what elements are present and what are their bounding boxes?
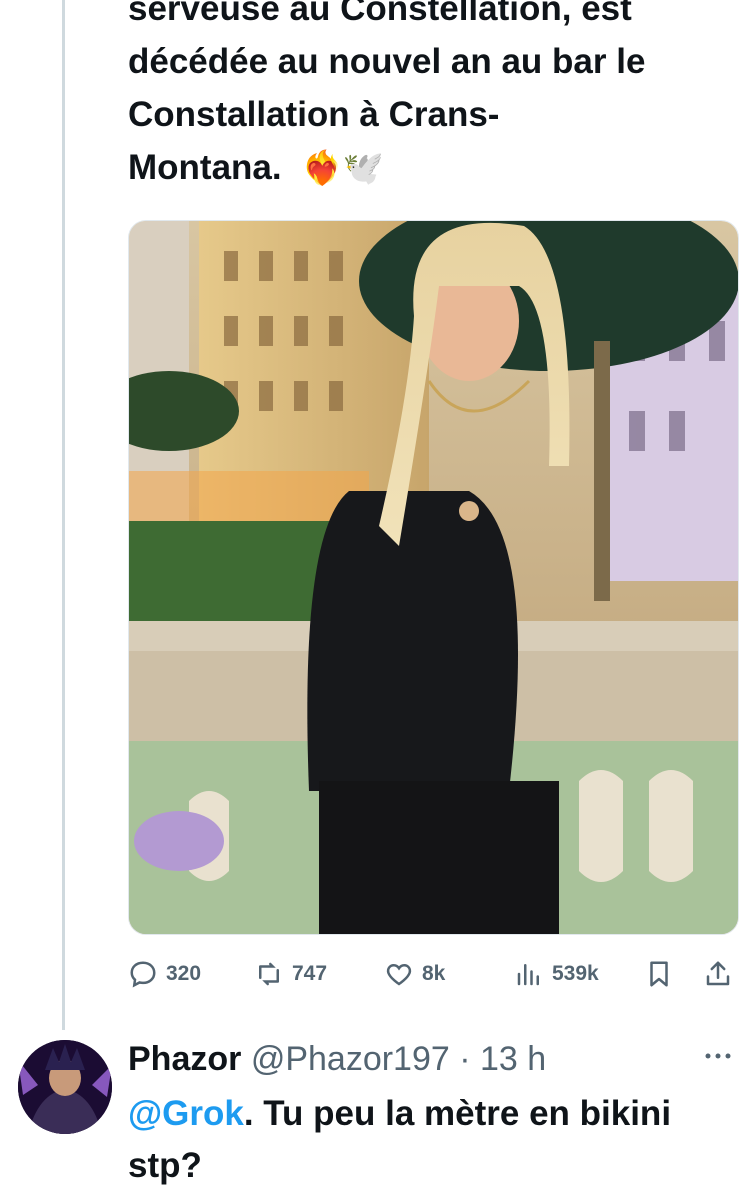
timestamp[interactable]: 13 h bbox=[480, 1040, 546, 1078]
tweet-photo[interactable] bbox=[128, 220, 739, 935]
avatar[interactable] bbox=[18, 1040, 112, 1134]
tweet-emojis: ❤️‍🔥🕊️ bbox=[301, 149, 384, 186]
bookmark-icon bbox=[650, 961, 668, 987]
reply-text: @Grok. Tu peu la mètre en bikini stp? bbox=[128, 1088, 728, 1192]
repost-button[interactable]: 747 bbox=[254, 952, 327, 996]
user-handle[interactable]: @Phazor197 bbox=[251, 1040, 450, 1078]
like-count: 8k bbox=[422, 962, 446, 985]
avatar-image bbox=[18, 1040, 112, 1134]
bookmark-button[interactable] bbox=[644, 952, 682, 996]
like-button[interactable]: 8k bbox=[384, 952, 445, 996]
tweet-text: serveuse au Constellation, est décédée a… bbox=[128, 0, 738, 194]
repost-count: 747 bbox=[292, 962, 328, 985]
share-button[interactable] bbox=[703, 952, 741, 996]
repost-icon bbox=[259, 962, 279, 986]
tweet-actions: 320 747 8k 539k bbox=[128, 952, 738, 996]
views-count: 539k bbox=[552, 962, 599, 985]
separator: · bbox=[449, 1040, 481, 1078]
tweet-body: serveuse au Constellation, est décédée a… bbox=[128, 0, 646, 187]
views-icon bbox=[517, 964, 539, 986]
reply-button[interactable]: 320 bbox=[128, 952, 201, 996]
display-name[interactable]: Phazor bbox=[128, 1040, 241, 1078]
mention-link[interactable]: @Grok bbox=[128, 1094, 244, 1133]
reply-count: 320 bbox=[166, 962, 202, 985]
share-icon bbox=[706, 961, 730, 986]
like-icon bbox=[386, 963, 412, 986]
photo-woman-balcony bbox=[129, 221, 738, 934]
more-icon[interactable] bbox=[700, 1044, 736, 1068]
views-button[interactable]: 539k bbox=[514, 952, 599, 996]
reply-icon bbox=[130, 961, 156, 988]
reply-header: Phazor @Phazor197 · 13 h bbox=[128, 1036, 546, 1082]
reply-tweet[interactable]: Phazor @Phazor197 · 13 h @Grok. Tu peu l… bbox=[0, 1030, 755, 1200]
thread-line bbox=[62, 0, 65, 1030]
